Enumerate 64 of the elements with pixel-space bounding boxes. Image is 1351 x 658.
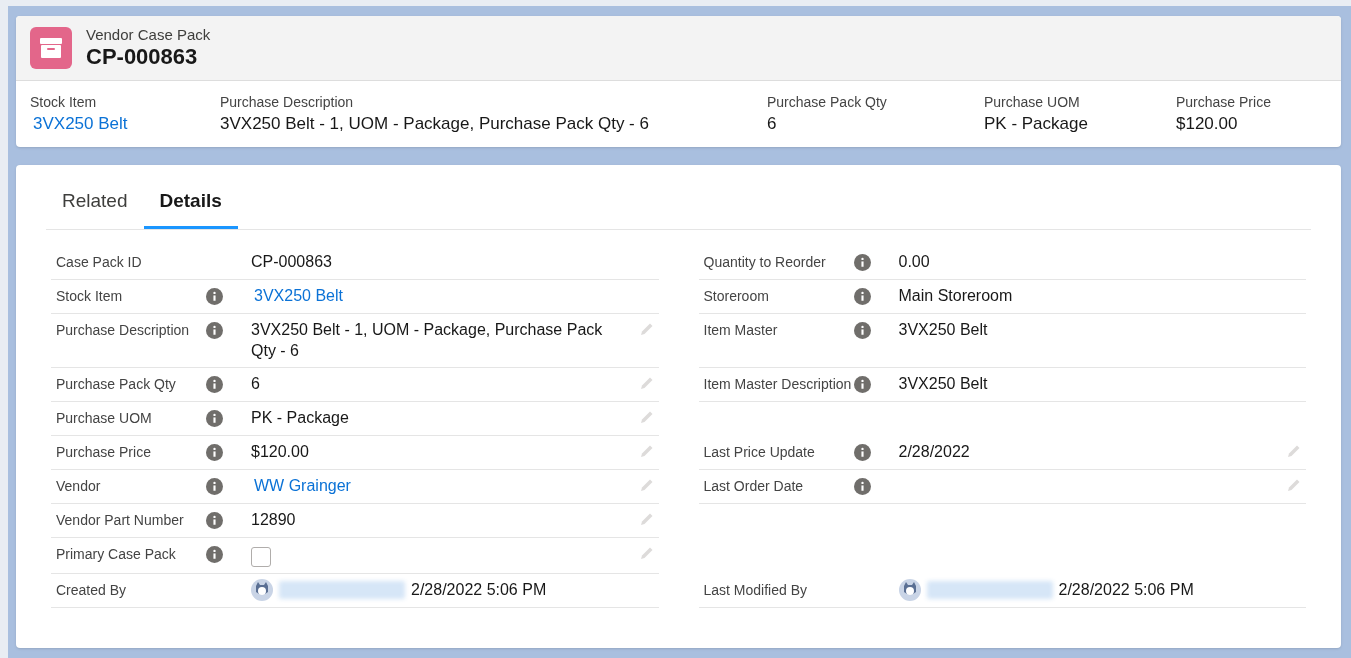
field-value: PK - Package — [251, 408, 349, 426]
checkbox[interactable] — [251, 546, 271, 567]
field-value: 0.00 — [898, 252, 930, 270]
field-value: 3VX250 Belt - 1, UOM - Package, Purchase Pack Qty - 6 — [251, 320, 603, 359]
highlight-label: Stock Item — [30, 93, 98, 111]
field-value: Main Storeroom — [898, 286, 1013, 304]
object-type: Vendor Case Pack — [86, 26, 211, 44]
info-icon[interactable] — [206, 477, 223, 495]
info-icon[interactable] — [206, 511, 223, 529]
field-label: Vendor — [56, 476, 101, 495]
field-label: Vendor Part Number — [56, 510, 184, 529]
info-icon[interactable] — [206, 545, 223, 563]
highlight-value: 6 — [767, 113, 778, 135]
avatar-icon — [251, 578, 273, 601]
field-value: 6 — [251, 374, 260, 392]
highlight-label: Purchase Description — [220, 93, 355, 111]
field-label: Item Master Description — [703, 374, 852, 393]
tab[interactable]: Details — [143, 177, 238, 229]
info-icon[interactable] — [853, 321, 871, 339]
info-icon[interactable] — [853, 287, 871, 305]
info-icon[interactable] — [853, 375, 871, 393]
info-icon[interactable] — [853, 477, 871, 495]
info-icon[interactable] — [206, 375, 223, 393]
record-title: CP-000863 — [86, 44, 199, 70]
tab[interactable]: Related — [46, 177, 144, 229]
timestamp: 2/28/2022 5:06 PM — [1058, 580, 1194, 600]
info-icon[interactable] — [206, 443, 223, 461]
field-label: Purchase Description — [56, 320, 190, 339]
field-label: Purchase Price — [56, 442, 151, 461]
field-label: Storeroom — [703, 286, 769, 305]
info-icon[interactable] — [206, 409, 223, 427]
highlight-label: Purchase Pack Qty — [767, 93, 888, 111]
field-label: Primary Case Pack — [56, 544, 176, 563]
field-label: Last Price Update — [703, 442, 815, 461]
highlight-value: $120.00 — [1176, 113, 1239, 135]
highlight-value: PK - Package — [984, 113, 1089, 135]
record-link[interactable]: 3VX250 Belt — [251, 286, 343, 304]
field-value: 3VX250 Belt — [898, 374, 988, 392]
highlight-label: Purchase Price — [1176, 93, 1272, 111]
field-label: Stock Item — [56, 286, 123, 305]
field-label: Quantity to Reorder — [703, 252, 826, 271]
archive-box-icon — [30, 27, 72, 69]
field-label: Last Order Date — [703, 476, 804, 495]
field-label: Item Master — [703, 320, 778, 339]
field-label: Purchase UOM — [56, 408, 152, 427]
field-value: 12890 — [251, 510, 296, 528]
field-value: 3VX250 Belt — [898, 320, 988, 338]
field-value: 2/28/2022 — [898, 442, 970, 460]
info-icon[interactable] — [206, 321, 223, 339]
info-icon[interactable] — [206, 287, 223, 305]
field-value: $120.00 — [251, 442, 309, 460]
record-link[interactable]: 3VX250 Belt — [30, 113, 220, 135]
field-label: Created By — [56, 580, 127, 599]
field-label: Last Modified By — [703, 580, 807, 599]
highlight-value: 3VX250 Belt - 1, UOM - Package, Purchase Pack Qty - 6 — [220, 113, 650, 135]
field-label: Case Pack ID — [56, 252, 142, 271]
info-icon[interactable] — [853, 443, 871, 461]
timestamp: 2/28/2022 5:06 PM — [411, 580, 547, 600]
avatar-icon — [898, 578, 921, 601]
info-icon[interactable] — [853, 253, 871, 271]
field-value: CP-000863 — [251, 252, 332, 270]
highlight-label: Purchase UOM — [984, 93, 1081, 111]
record-link[interactable]: WW Grainger — [251, 476, 351, 494]
field-label: Purchase Pack Qty — [56, 374, 176, 393]
